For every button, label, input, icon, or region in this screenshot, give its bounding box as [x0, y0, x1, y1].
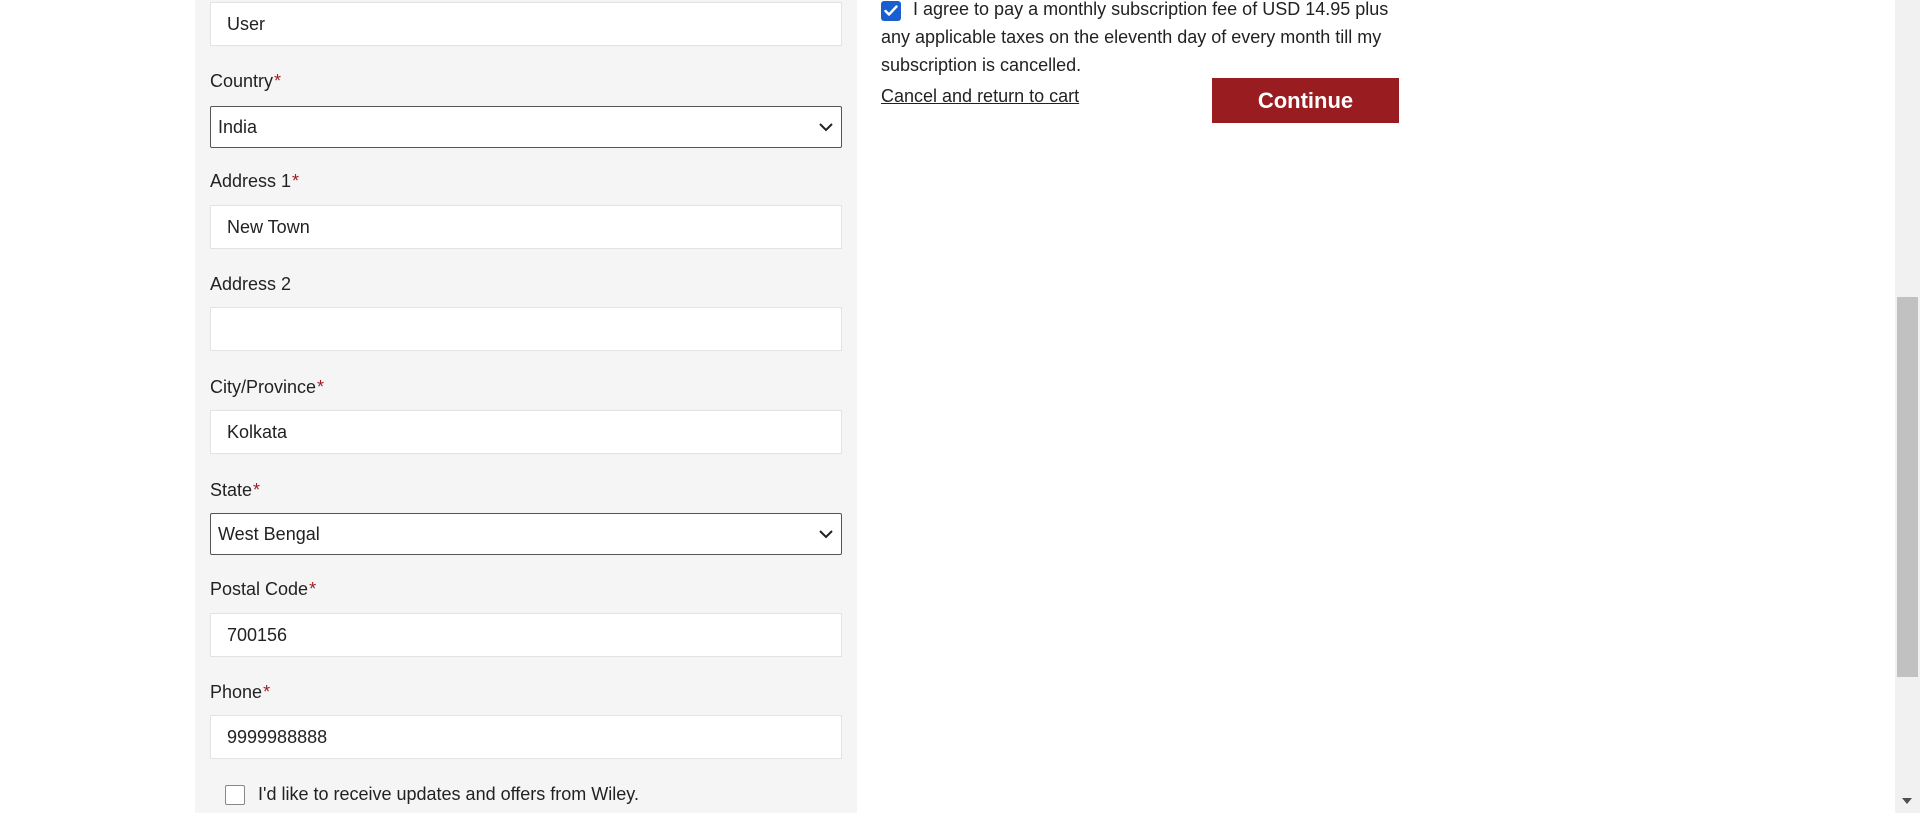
postal-label: Postal Code* — [210, 579, 316, 600]
city-label-text: City/Province — [210, 377, 317, 397]
arrow-down-icon[interactable] — [1901, 795, 1913, 807]
address2-label: Address 2 — [210, 274, 291, 295]
country-label: Country* — [210, 71, 281, 92]
address2-input[interactable] — [210, 307, 842, 351]
address1-value: New Town — [227, 216, 310, 237]
required-marker: * — [309, 579, 317, 599]
subscription-agreement-checkbox[interactable] — [881, 1, 901, 21]
address1-input[interactable]: New Town — [210, 205, 842, 249]
phone-label: Phone* — [210, 682, 270, 703]
postal-value: 700156 — [227, 624, 288, 645]
last-name-value: User — [227, 13, 266, 34]
scrollbar-thumb[interactable] — [1897, 297, 1918, 677]
required-marker: * — [292, 171, 300, 191]
state-label-text: State — [210, 480, 253, 500]
state-select[interactable]: West Bengal — [210, 513, 842, 555]
required-marker: * — [317, 377, 325, 397]
country-select[interactable]: India — [210, 106, 842, 148]
chevron-down-icon — [811, 106, 841, 148]
required-marker: * — [274, 71, 282, 91]
postal-label-text: Postal Code — [210, 579, 309, 599]
required-marker: * — [253, 480, 261, 500]
state-label: State* — [210, 480, 260, 501]
last-name-input[interactable]: User — [210, 2, 842, 46]
city-label: City/Province* — [210, 377, 324, 398]
postal-input[interactable]: 700156 — [210, 613, 842, 657]
phone-input[interactable]: 9999988888 — [210, 715, 842, 759]
updates-opt-in-checkbox[interactable] — [225, 785, 245, 805]
checkout-page: User Country* India Address 1* New Town … — [0, 0, 1920, 813]
phone-label-text: Phone — [210, 682, 263, 702]
address2-label-text: Address 2 — [210, 274, 292, 294]
updates-opt-in-label: I'd like to receive updates and offers f… — [258, 784, 639, 804]
checkmark-icon — [884, 5, 898, 16]
address1-label-text: Address 1 — [210, 171, 292, 191]
cancel-return-to-cart-link[interactable]: Cancel and return to cart — [881, 86, 1079, 107]
country-value: India — [218, 116, 258, 137]
state-value: West Bengal — [218, 523, 320, 544]
country-label-text: Country — [210, 71, 274, 91]
city-value: Kolkata — [227, 421, 288, 442]
city-input[interactable]: Kolkata — [210, 410, 842, 454]
phone-value: 9999988888 — [227, 726, 328, 747]
chevron-down-icon — [811, 513, 841, 555]
address1-label: Address 1* — [210, 171, 299, 192]
subscription-agreement-text: I agree to pay a monthly subscription fe… — [881, 0, 1389, 75]
required-marker: * — [263, 682, 271, 702]
continue-button[interactable]: Continue — [1212, 78, 1399, 123]
